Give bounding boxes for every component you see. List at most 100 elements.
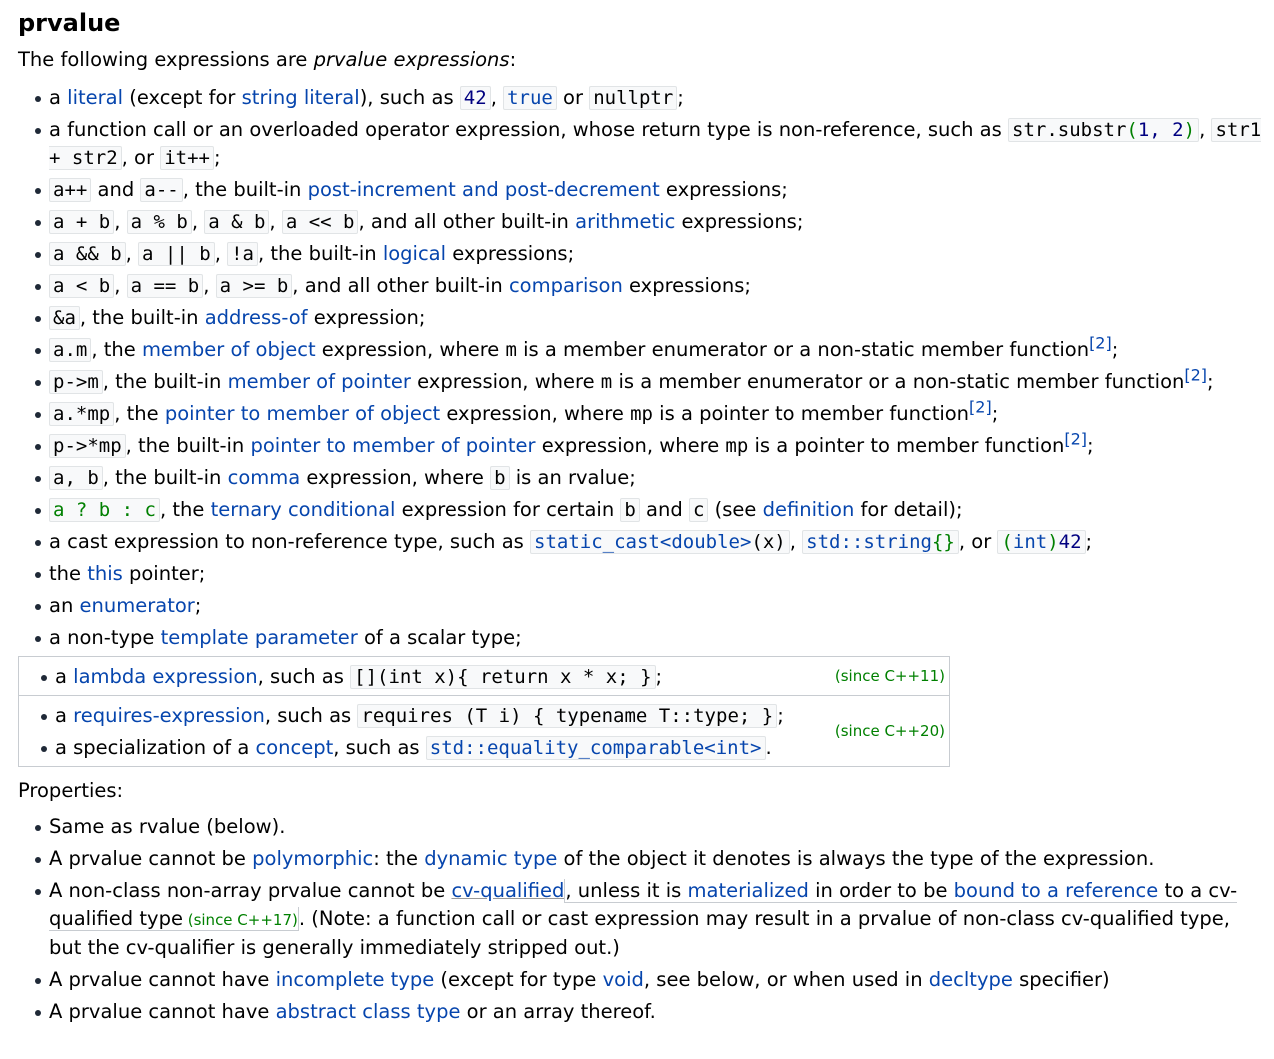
- footnote-ref[interactable]: [2]: [969, 398, 992, 417]
- code-part: 42: [1058, 531, 1082, 553]
- link-requires-expression[interactable]: requires-expression: [73, 704, 265, 727]
- footnote-ref[interactable]: [2]: [1184, 366, 1207, 385]
- text: , and all other built-in: [358, 210, 576, 233]
- text: pointer;: [122, 562, 206, 585]
- list-item: A prvalue cannot be polymorphic: the dyn…: [18, 845, 1262, 873]
- link-ternary[interactable]: ternary: [211, 498, 282, 521]
- list-item: Same as rvalue (below).: [18, 813, 1262, 841]
- footnote-link[interactable]: [2]: [1064, 430, 1087, 449]
- code-part: (: [1001, 531, 1013, 553]
- code-snippet: a && b: [49, 242, 126, 266]
- link-materialized[interactable]: materialized: [688, 879, 809, 902]
- link-incomplete-type[interactable]: incomplete type: [276, 968, 435, 991]
- list-item: a literal (except for string literal), s…: [18, 84, 1262, 112]
- link-post-increment[interactable]: post-increment and post-decrement: [308, 178, 660, 201]
- link-bound-to-reference[interactable]: bound to a reference: [954, 879, 1159, 902]
- list-item: A non-class non-array prvalue cannot be …: [18, 877, 1262, 962]
- text: ;: [1087, 434, 1094, 457]
- footnote-ref[interactable]: [2]: [1089, 334, 1112, 353]
- text: , the built-in: [79, 306, 205, 329]
- code-snippet: true: [503, 86, 557, 110]
- code-snippet: a || b: [138, 242, 215, 266]
- link-lambda-expression[interactable]: lambda expression: [73, 665, 257, 688]
- text: and: [639, 498, 689, 521]
- text: is a member enumerator or a non-static m…: [612, 370, 1185, 393]
- link-arithmetic[interactable]: arithmetic: [575, 210, 675, 233]
- code-part: (: [1126, 119, 1138, 141]
- code-part: str.substr: [1012, 119, 1127, 141]
- link-literal[interactable]: literal: [67, 86, 123, 109]
- link-concept[interactable]: concept: [255, 736, 333, 759]
- text: ;: [677, 86, 684, 109]
- properties-label: Properties:: [18, 779, 124, 802]
- link-definition[interactable]: definition: [763, 498, 855, 521]
- version-list: a lambda expression, such as [](int x){ …: [19, 657, 820, 695]
- footnote-ref[interactable]: [2]: [1064, 430, 1087, 449]
- text: ;: [1207, 370, 1214, 393]
- code-part: (x): [751, 531, 786, 553]
- text: expression, where: [315, 338, 506, 361]
- text: and: [91, 178, 141, 201]
- versioned-box: a lambda expression , such as [](int x){ …: [18, 656, 950, 767]
- code-snippet: p->m: [49, 370, 103, 394]
- list-item: &a, the built-in address-of expression;: [18, 304, 1262, 332]
- list-item: an enumerator;: [18, 592, 1262, 620]
- list-item: p->m, the built-in member of pointer exp…: [18, 366, 1262, 396]
- link-pointer-to-member-of-pointer[interactable]: pointer to member of pointer: [250, 434, 535, 457]
- text: expression, where: [535, 434, 726, 457]
- code-snippet: [](int x){ return x * x; }: [350, 665, 656, 689]
- text: expressions;: [622, 274, 751, 297]
- link-abstract-class-type[interactable]: abstract class type: [276, 1000, 461, 1023]
- footnote-link[interactable]: [2]: [969, 398, 992, 417]
- code-snippet: !a: [227, 242, 258, 266]
- link-void[interactable]: void: [603, 968, 644, 991]
- link-dynamic-type[interactable]: dynamic type: [424, 847, 557, 870]
- link-pointer-to-member-of-object[interactable]: pointer to member of object: [165, 402, 440, 425]
- page-content: prvalue The following expressions are pr…: [18, 6, 1262, 1030]
- code-inline: mp: [630, 403, 653, 425]
- text: a: [49, 86, 68, 109]
- code-snippet: std::string{}: [802, 530, 959, 554]
- link-decltype[interactable]: decltype: [929, 968, 1013, 991]
- code-part[interactable]: static_cast: [534, 531, 660, 553]
- link-this[interactable]: this: [87, 562, 123, 585]
- link-address-of[interactable]: address-of: [205, 306, 308, 329]
- link-comma[interactable]: comma: [228, 466, 301, 489]
- text: A prvalue cannot have: [49, 968, 276, 991]
- link-cv-qualified[interactable]: cv-qualified: [451, 879, 564, 902]
- link-conditional[interactable]: conditional: [288, 498, 396, 521]
- section-title: prvalue: [18, 9, 121, 37]
- text: , the built-in: [125, 434, 251, 457]
- link-string-literal[interactable]: string literal: [242, 86, 360, 109]
- link-polymorphic[interactable]: polymorphic: [252, 847, 373, 870]
- text: a: [55, 704, 74, 727]
- list-item: a && b, a || b, !a, the built-in logical…: [18, 240, 1262, 268]
- text: , such as: [333, 736, 426, 759]
- link-member-of-object[interactable]: member of object: [142, 338, 316, 361]
- text: (see: [708, 498, 763, 521]
- text: of the object it denotes is always the t…: [557, 847, 1155, 870]
- text: is an rvalue;: [509, 466, 636, 489]
- text: .: [765, 736, 772, 759]
- link-comparison[interactable]: comparison: [509, 274, 623, 297]
- text: ;: [655, 665, 663, 688]
- code-snippet: b: [620, 498, 640, 522]
- code-part[interactable]: string: [863, 531, 932, 553]
- link-member-of-pointer[interactable]: member of pointer: [228, 370, 411, 393]
- list-item: A prvalue cannot have incomplete type (e…: [18, 966, 1262, 994]
- link-logical[interactable]: logical: [383, 242, 446, 265]
- code-inline: m: [600, 371, 613, 393]
- text: expression for certain: [395, 498, 621, 521]
- link-enumerator[interactable]: enumerator: [80, 594, 195, 617]
- code-snippet: b: [490, 466, 510, 490]
- text: is a pointer to member function: [748, 434, 1065, 457]
- footnote-link[interactable]: [2]: [1184, 366, 1207, 385]
- code-snippet: static_cast<double>(x): [530, 530, 790, 554]
- list-item: a, b, the built-in comma expression, whe…: [18, 464, 1262, 492]
- code-part: {}: [931, 531, 955, 553]
- footnote-link[interactable]: [2]: [1089, 334, 1112, 353]
- text: : the: [373, 847, 425, 870]
- link-template-parameter[interactable]: template parameter: [161, 626, 358, 649]
- text: expressions;: [446, 242, 575, 265]
- list-item: a non-type template parameter of a scala…: [18, 624, 1262, 652]
